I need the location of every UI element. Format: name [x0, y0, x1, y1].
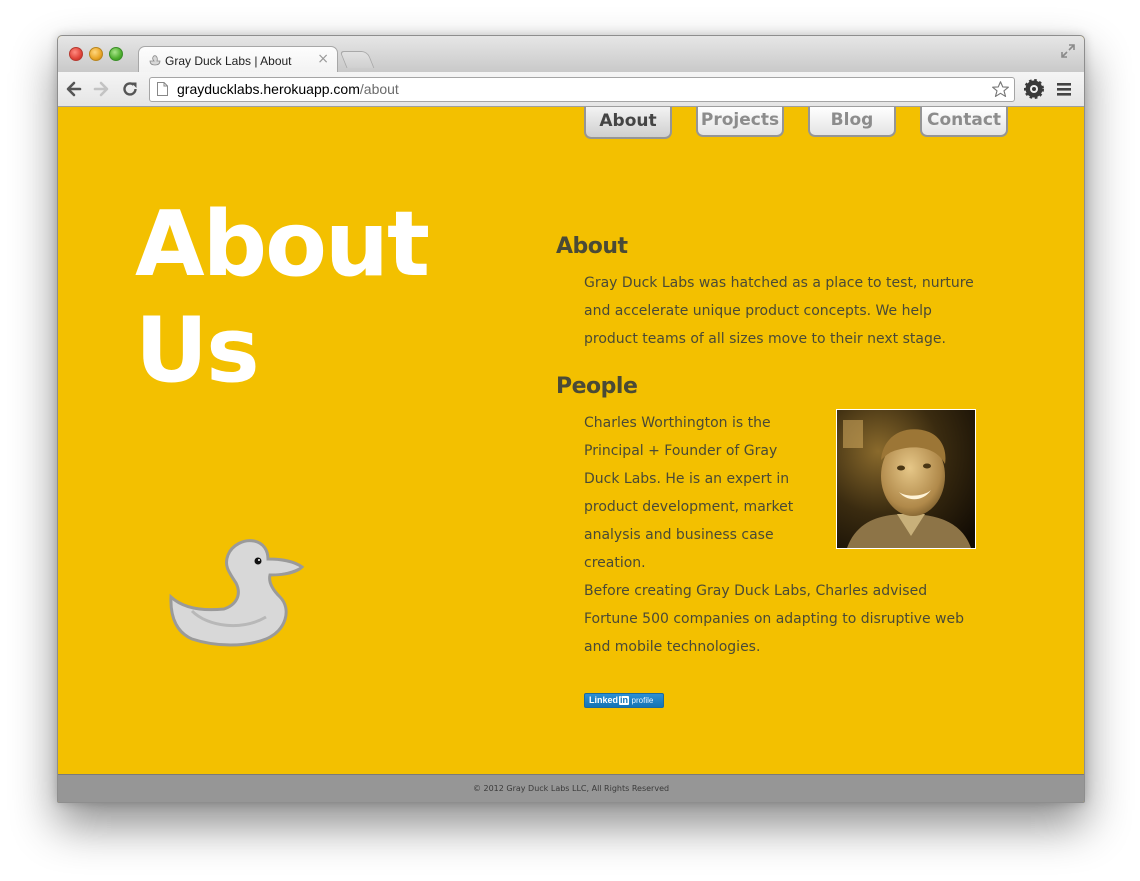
- people-bio-2: Before creating Gray Duck Labs, Charles …: [584, 583, 965, 655]
- url-host: grayducklabs.herokuapp.com: [177, 81, 360, 97]
- expand-icon[interactable]: [1060, 43, 1076, 59]
- about-heading: About: [556, 234, 628, 259]
- nav-tab-blog[interactable]: Blog: [808, 107, 896, 137]
- window-zoom-button[interactable]: [109, 47, 123, 61]
- url-path: /about: [359, 81, 399, 97]
- back-arrow-icon[interactable]: [64, 79, 84, 99]
- address-bar[interactable]: grayducklabs.herokuapp.com/about: [149, 77, 1015, 102]
- page-icon: [157, 82, 168, 96]
- linkedin-profile-label: profile: [631, 696, 654, 705]
- hero-title-line1: About: [135, 192, 430, 297]
- browser-tab[interactable]: Gray Duck Labs | About ×: [138, 46, 338, 74]
- profile-photo: [836, 409, 976, 549]
- reload-icon[interactable]: [120, 79, 140, 99]
- linkedin-in-icon: in: [619, 695, 630, 705]
- nav-tab-about[interactable]: About: [584, 107, 672, 139]
- people-bio: Charles Worthington is the Principal + F…: [584, 415, 794, 571]
- menu-icon[interactable]: [1056, 80, 1072, 98]
- new-tab-button[interactable]: [339, 51, 375, 68]
- window-minimize-button[interactable]: [89, 47, 103, 61]
- nav-tab-contact[interactable]: Contact: [920, 107, 1008, 137]
- duck-favicon-icon: [148, 54, 162, 69]
- hero-title-line2: Us: [135, 298, 260, 403]
- gray-duck-icon: [169, 539, 305, 647]
- tab-strip: Gray Duck Labs | About ×: [58, 36, 1084, 74]
- footer: © 2012 Gray Duck Labs LLC, All Rights Re…: [58, 774, 1084, 802]
- browser-toolbar: grayducklabs.herokuapp.com/about: [58, 72, 1084, 107]
- url-text[interactable]: grayducklabs.herokuapp.com/about: [177, 81, 399, 97]
- star-icon[interactable]: [991, 80, 1010, 99]
- tab-title: Gray Duck Labs | About: [165, 54, 292, 68]
- footer-copyright: © 2012 Gray Duck Labs LLC, All Rights Re…: [472, 784, 670, 793]
- browser-window: Gray Duck Labs | About × grayducklabs.he…: [57, 35, 1085, 803]
- about-text: Gray Duck Labs was hatched as a place to…: [584, 275, 974, 347]
- window-close-button[interactable]: [69, 47, 83, 61]
- settings-icon[interactable]: [1023, 78, 1045, 100]
- linkedin-profile-badge[interactable]: Linked in profile: [584, 693, 664, 708]
- page-content: About Projects Blog Contact About Us Abo…: [58, 107, 1084, 774]
- linkedin-word: Linked: [589, 695, 619, 705]
- hero-title: About Us: [135, 192, 430, 404]
- people-heading: People: [556, 374, 638, 399]
- tab-close-icon[interactable]: ×: [317, 52, 329, 66]
- nav-tab-projects[interactable]: Projects: [696, 107, 784, 137]
- forward-arrow-icon[interactable]: [91, 79, 111, 99]
